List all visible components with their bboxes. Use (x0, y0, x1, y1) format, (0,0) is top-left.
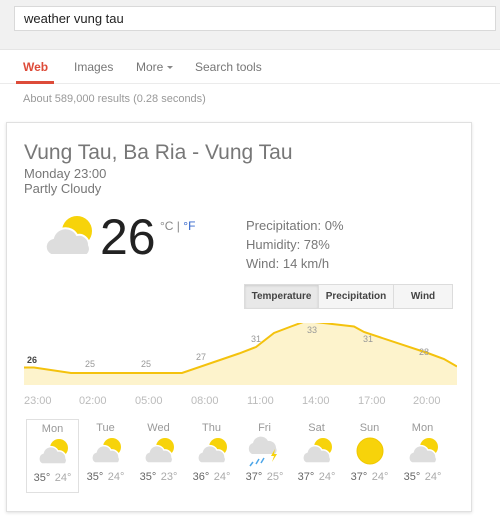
data-label: 25 (85, 359, 95, 369)
forecast-day[interactable]: Mon 35° 24° (26, 419, 79, 493)
day-name: Sat (308, 422, 325, 434)
humidity-value: Humidity: 78% (246, 237, 330, 252)
day-name: Mon (411, 422, 434, 434)
low-temp: 24° (213, 471, 231, 483)
precipitation-button[interactable]: Precipitation (318, 284, 394, 309)
data-label: 25 (141, 359, 151, 369)
search-input[interactable]: weather vung tau (14, 6, 496, 31)
unit-separator: | (173, 219, 184, 233)
forecast-day[interactable]: Mon 35° 24° (396, 419, 449, 493)
hour-tick-label: 08:00 (191, 395, 219, 407)
high-temp: 35° (139, 471, 157, 483)
current-temperature: 26 (100, 209, 156, 265)
partly-cloudy-icon (37, 439, 68, 465)
unit-fahrenheit[interactable]: °F (183, 219, 195, 233)
sunny-icon (356, 437, 383, 465)
weather-details: Precipitation: 0% Humidity: 78% Wind: 14… (246, 216, 344, 273)
high-temp: 37° (245, 471, 263, 483)
hour-tick-label: 23:00 (24, 395, 52, 407)
tab-more-label: More (136, 60, 164, 74)
forecast-day[interactable]: Sat 37° 24° (290, 419, 343, 493)
partly-cloudy-icon (407, 438, 438, 464)
data-label: 31 (363, 334, 373, 344)
tab-search-tools[interactable]: Search tools (195, 60, 262, 74)
day-name: Sun (359, 422, 380, 434)
forecast-day[interactable]: Fri 37° 25° (238, 419, 291, 493)
low-temp: 23° (160, 471, 178, 483)
precipitation-value: Precipitation: 0% (246, 218, 344, 233)
search-tabs: Web Images More Search tools (0, 50, 500, 84)
low-temp: 24° (318, 471, 336, 483)
low-temp: 24° (371, 471, 389, 483)
high-temp: 35° (33, 472, 51, 484)
day-name: Fri (258, 422, 271, 434)
unit-toggle: °C | °F (160, 219, 195, 233)
hour-tick-label: 11:00 (247, 395, 274, 407)
wind-button[interactable]: Wind (393, 284, 453, 309)
data-label: 33 (307, 325, 317, 335)
low-temp: 25° (266, 471, 284, 483)
active-tab-indicator (16, 81, 54, 84)
weather-card: Vung Tau, Ba Ria - Vung Tau Monday 23:00… (6, 122, 472, 512)
weather-location: Vung Tau, Ba Ria - Vung Tau (24, 141, 293, 164)
hour-tick-label: 14:00 (302, 395, 330, 407)
hour-tick-label: 20:00 (413, 395, 441, 407)
temperature-area (24, 323, 457, 385)
tab-web[interactable]: Web (23, 60, 48, 74)
high-temp: 37° (297, 471, 315, 483)
day-name: Thu (202, 422, 221, 434)
temperature-button[interactable]: Temperature (244, 284, 319, 309)
low-temp: 24° (54, 472, 72, 484)
data-label: 28 (419, 347, 429, 357)
high-temp: 36° (192, 471, 210, 483)
partly-cloudy-icon (301, 438, 332, 464)
result-stats: About 589,000 results (0.28 seconds) (23, 93, 206, 105)
low-temp: 24° (424, 471, 442, 483)
day-name: Mon (41, 423, 64, 435)
day-name: Wed (147, 422, 170, 434)
high-temp: 37° (350, 471, 368, 483)
tab-images[interactable]: Images (74, 60, 113, 74)
hour-tick-label: 05:00 (135, 395, 163, 407)
thunderstorm-icon (248, 436, 277, 467)
day-name: Tue (96, 422, 115, 434)
unit-celsius[interactable]: °C (160, 219, 173, 233)
chart-mode-toggle: Temperature Precipitation Wind (244, 284, 453, 309)
forecast-day[interactable]: Thu 36° 24° (185, 419, 238, 493)
data-label: 31 (251, 334, 261, 344)
hour-tick-label: 17:00 (358, 395, 386, 407)
tab-more[interactable]: More (136, 60, 174, 74)
high-temp: 35° (403, 471, 421, 483)
data-label: 27 (196, 352, 206, 362)
partly-cloudy-icon (143, 438, 174, 464)
forecast-day[interactable]: Tue 35° 24° (79, 419, 132, 493)
forecast-day[interactable]: Sun 37° 24° (343, 419, 396, 493)
data-label: 26 (27, 355, 37, 365)
weather-condition: Partly Cloudy (24, 181, 102, 196)
forecast-day[interactable]: Wed 35° 23° (132, 419, 185, 493)
search-header: weather vung tau (0, 0, 500, 50)
hour-tick-label: 02:00 (79, 395, 107, 407)
chevron-down-icon (167, 66, 174, 70)
partly-cloudy-icon (196, 438, 227, 464)
partly-cloudy-icon (44, 216, 92, 256)
low-temp: 24° (107, 471, 125, 483)
wind-value: Wind: 14 km/h (246, 256, 330, 271)
high-temp: 35° (86, 471, 104, 483)
weather-datetime: Monday 23:00 (24, 166, 107, 181)
partly-cloudy-icon (90, 438, 121, 464)
